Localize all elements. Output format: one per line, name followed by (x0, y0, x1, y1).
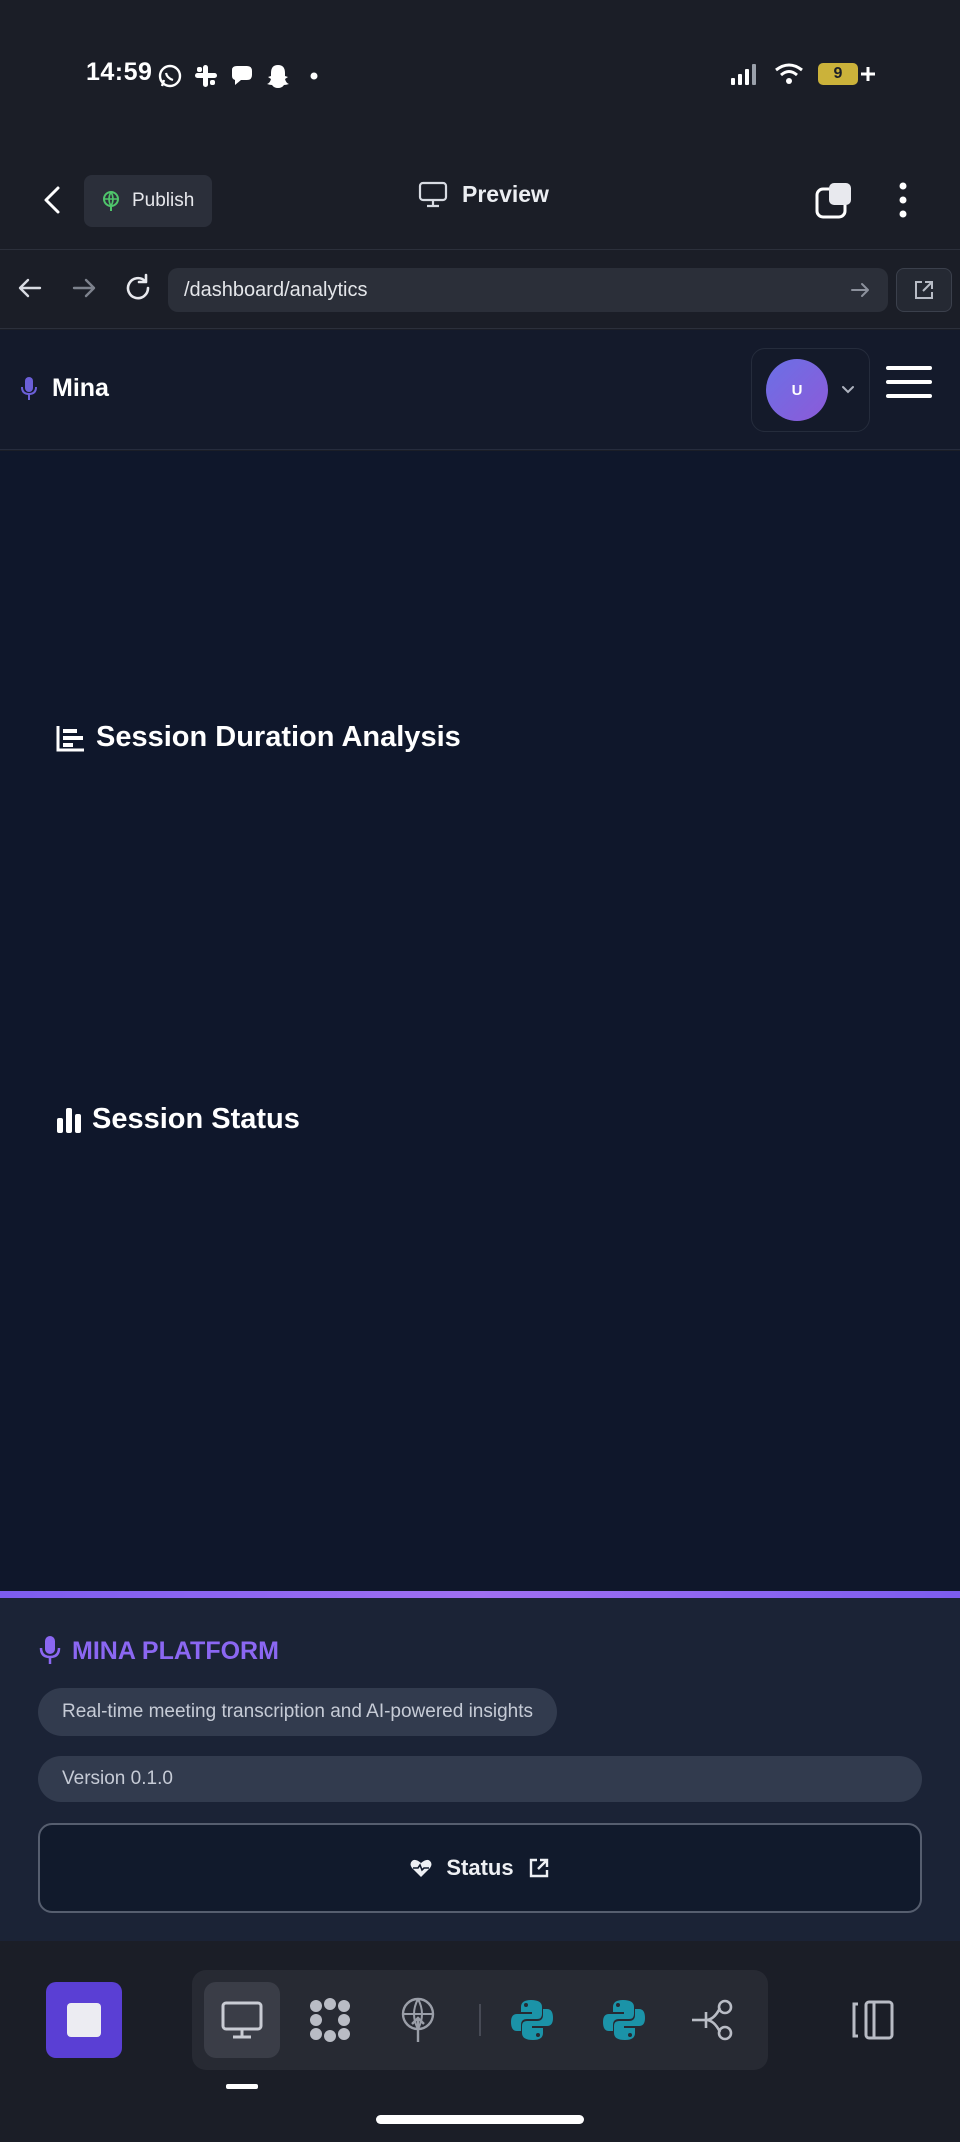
nav-back-icon[interactable] (12, 270, 48, 306)
publish-label: Publish (132, 190, 195, 211)
url-text: /dashboard/analytics (184, 278, 368, 301)
system-status: 9 (730, 62, 876, 86)
stop-button[interactable] (46, 1982, 122, 2058)
wifi-icon (775, 63, 803, 84)
browser-bar: /dashboard/analytics (0, 250, 960, 329)
hamburger-menu-icon[interactable] (886, 366, 934, 402)
app-header: Publish Preview (0, 150, 960, 250)
bar-chart-horizontal-icon (56, 725, 84, 751)
reload-icon[interactable] (120, 270, 156, 306)
dot-icon (310, 72, 318, 80)
url-bar[interactable]: /dashboard/analytics (168, 268, 888, 312)
publish-globe-icon (103, 191, 119, 211)
section-title: Session Status (92, 1103, 300, 1135)
status-label: Status (446, 1855, 514, 1880)
monitor-icon (418, 181, 448, 208)
tool-deploy[interactable] (380, 1982, 456, 2058)
footer-version: Version 0.1.0 (38, 1756, 922, 1802)
snapchat-icon (267, 65, 289, 88)
chat-bubble-icon (232, 66, 252, 85)
microphone-icon (39, 1636, 61, 1664)
battery-level: 9 (818, 63, 858, 85)
footer-accent-bar (0, 1591, 960, 1598)
footer-brand: MINA PLATFORM (38, 1635, 279, 1667)
status-time: 14:59 (86, 58, 153, 86)
preview-tab[interactable]: Preview (418, 180, 549, 208)
brand[interactable]: Mina (20, 374, 109, 403)
python-icon (603, 2000, 645, 2040)
avatar: U (766, 359, 828, 421)
atom-icon (310, 1998, 350, 2042)
tool-desktop[interactable] (204, 1982, 280, 2058)
brand-name: Mina (52, 374, 109, 402)
publish-button[interactable]: Publish (84, 175, 212, 227)
user-menu[interactable]: U (751, 348, 870, 432)
whatsapp-icon (158, 64, 182, 88)
section-session-duration: Session Duration Analysis (56, 721, 461, 754)
analytics-content: Session Duration Analysis Session Status (0, 451, 960, 1591)
desktop-icon (221, 2001, 263, 2039)
home-indicator[interactable] (376, 2115, 584, 2124)
open-external-button[interactable] (896, 268, 952, 312)
nav-forward-icon[interactable] (66, 270, 102, 306)
section-session-status: Session Status (56, 1103, 300, 1136)
charging-plus-icon (861, 67, 875, 81)
footer: MINA PLATFORM Real-time meeting transcri… (0, 1591, 960, 1941)
tool-separator (479, 2004, 481, 2036)
status-bar: 14:59 9 (0, 0, 960, 150)
tool-python-1[interactable] (494, 1982, 570, 2058)
panel-toggle-icon[interactable] (850, 1998, 898, 2042)
preview-label: Preview (462, 180, 549, 207)
microphone-icon (21, 376, 37, 400)
back-chevron-icon[interactable] (36, 182, 72, 218)
tool-python-2[interactable] (586, 1982, 662, 2058)
tool-share[interactable] (676, 1982, 752, 2058)
external-link-icon (529, 1858, 548, 1878)
footer-description: Real-time meeting transcription and AI-p… (38, 1688, 558, 1736)
deploy-icon (401, 1997, 435, 2042)
more-options-icon[interactable] (890, 180, 916, 220)
footer-brand-name: MINA PLATFORM (72, 1636, 279, 1665)
external-link-icon (915, 281, 933, 299)
signal-icon (731, 64, 756, 85)
tool-atom[interactable] (292, 1982, 368, 2058)
python-icon (511, 2000, 553, 2040)
stop-icon (67, 2003, 101, 2037)
tabs-switcher-icon[interactable] (814, 180, 854, 220)
tool-group (192, 1970, 768, 2070)
heart-pulse-icon (410, 1859, 432, 1877)
url-go-arrow-icon[interactable] (848, 278, 872, 302)
section-title: Session Duration Analysis (96, 721, 461, 753)
battery-indicator: 9 (818, 63, 876, 85)
bottom-toolbar (0, 1942, 960, 2142)
app-navbar: Mina U (0, 330, 960, 450)
active-tool-indicator (226, 2084, 258, 2089)
share-nodes-icon (692, 1999, 733, 2041)
status-button[interactable]: Status (38, 1823, 922, 1913)
slack-icon (195, 65, 217, 87)
chevron-down-icon (842, 386, 854, 394)
bar-chart-vertical-icon (57, 1107, 81, 1133)
